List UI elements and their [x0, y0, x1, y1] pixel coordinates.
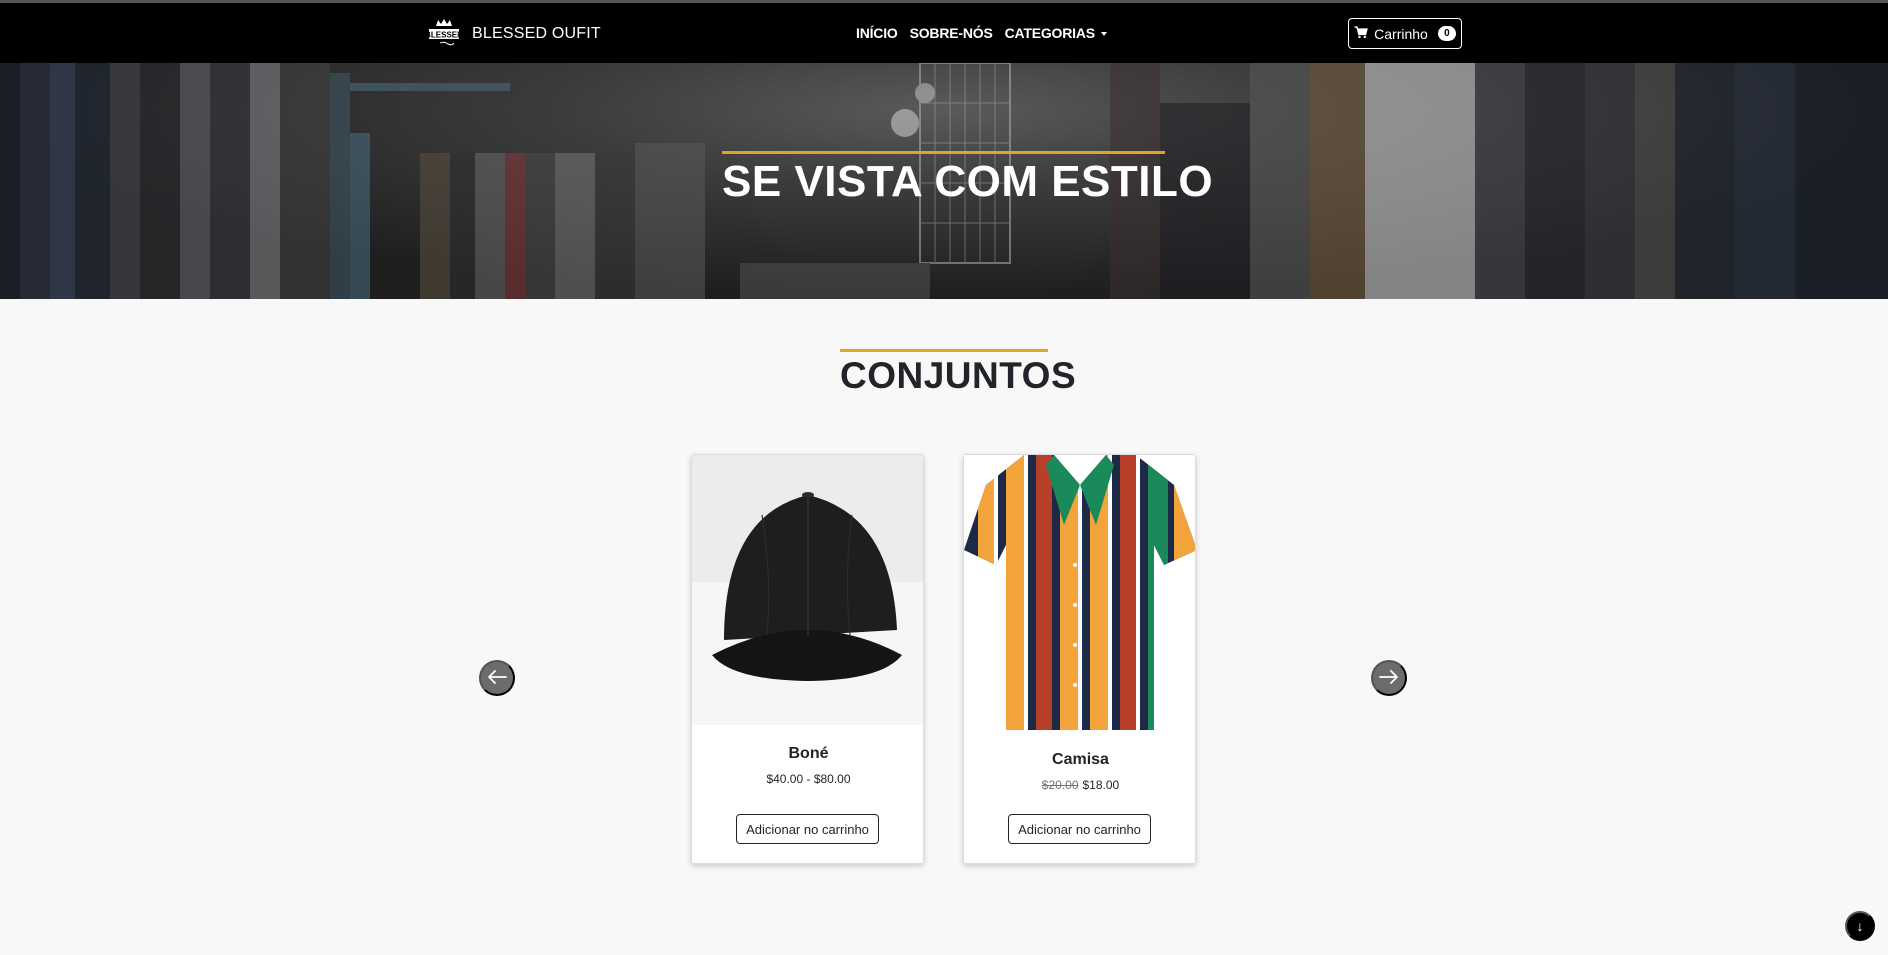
arrow-down-icon: ↓ [1856, 918, 1864, 934]
product-image-bone[interactable] [692, 455, 923, 725]
cart-count-badge: 0 [1437, 26, 1456, 41]
logo-text: BLESSED [426, 31, 462, 40]
nav-link-sobre-nos[interactable]: SOBRE-NÓS [910, 25, 993, 41]
product-card: Camisa $20.00 $18.00 Adicionar no carrinh… [963, 454, 1196, 864]
striped-shirt-image [964, 455, 1195, 730]
product-price: $40.00 - $80.00 [766, 772, 851, 786]
product-price: $20.00 $18.00 [964, 778, 1195, 792]
carousel-next-button[interactable] [1371, 660, 1407, 696]
navbar: BLESSED BLESSED OUFIT INÍCIO SOBRE-NÓS C… [0, 3, 1888, 63]
crown-logo-icon: BLESSED [425, 17, 463, 51]
categorias-label: CATEGORIAS [1004, 25, 1096, 41]
sale-price: $18.00 [1082, 778, 1120, 792]
old-price: $20.00 [1041, 778, 1079, 792]
main-nav: INÍCIO SOBRE-NÓS CATEGORIAS [856, 25, 1107, 41]
add-to-cart-button[interactable]: Adicionar no carrinho [1008, 814, 1151, 844]
hero-banner: SE VISTA COM ESTILO [0, 63, 1888, 299]
product-name[interactable]: Camisa [964, 751, 1195, 769]
brand-link[interactable]: BLESSED BLESSED OUFIT [425, 17, 601, 51]
arrow-right-icon [1378, 669, 1400, 688]
nav-link-inicio[interactable]: INÍCIO [856, 25, 898, 41]
hero-accent-line [722, 151, 1165, 154]
arrow-left-icon [486, 669, 508, 688]
section-title: CONJUNTOS [840, 355, 1077, 396]
section-accent-line [840, 349, 1048, 352]
cart-button[interactable]: Carrinho 0 [1348, 18, 1462, 49]
product-card: Boné $40.00 - $80.00 Adicionar no carrin… [691, 454, 924, 864]
cart-label: Carrinho [1374, 25, 1428, 42]
brand-name: BLESSED OUFIT [472, 25, 601, 42]
nav-link-categorias[interactable]: CATEGORIAS [1005, 25, 1107, 41]
carousel-prev-button[interactable] [479, 660, 515, 696]
scroll-down-button[interactable]: ↓ [1845, 911, 1875, 941]
product-image-camisa[interactable] [964, 455, 1195, 733]
hero-title: SE VISTA COM ESTILO [722, 157, 1214, 206]
cap-image [712, 492, 902, 681]
caret-down-icon [1100, 32, 1107, 37]
add-to-cart-button[interactable]: Adicionar no carrinho [736, 814, 879, 844]
product-name[interactable]: Boné [692, 745, 923, 763]
cart-icon [1354, 25, 1368, 42]
